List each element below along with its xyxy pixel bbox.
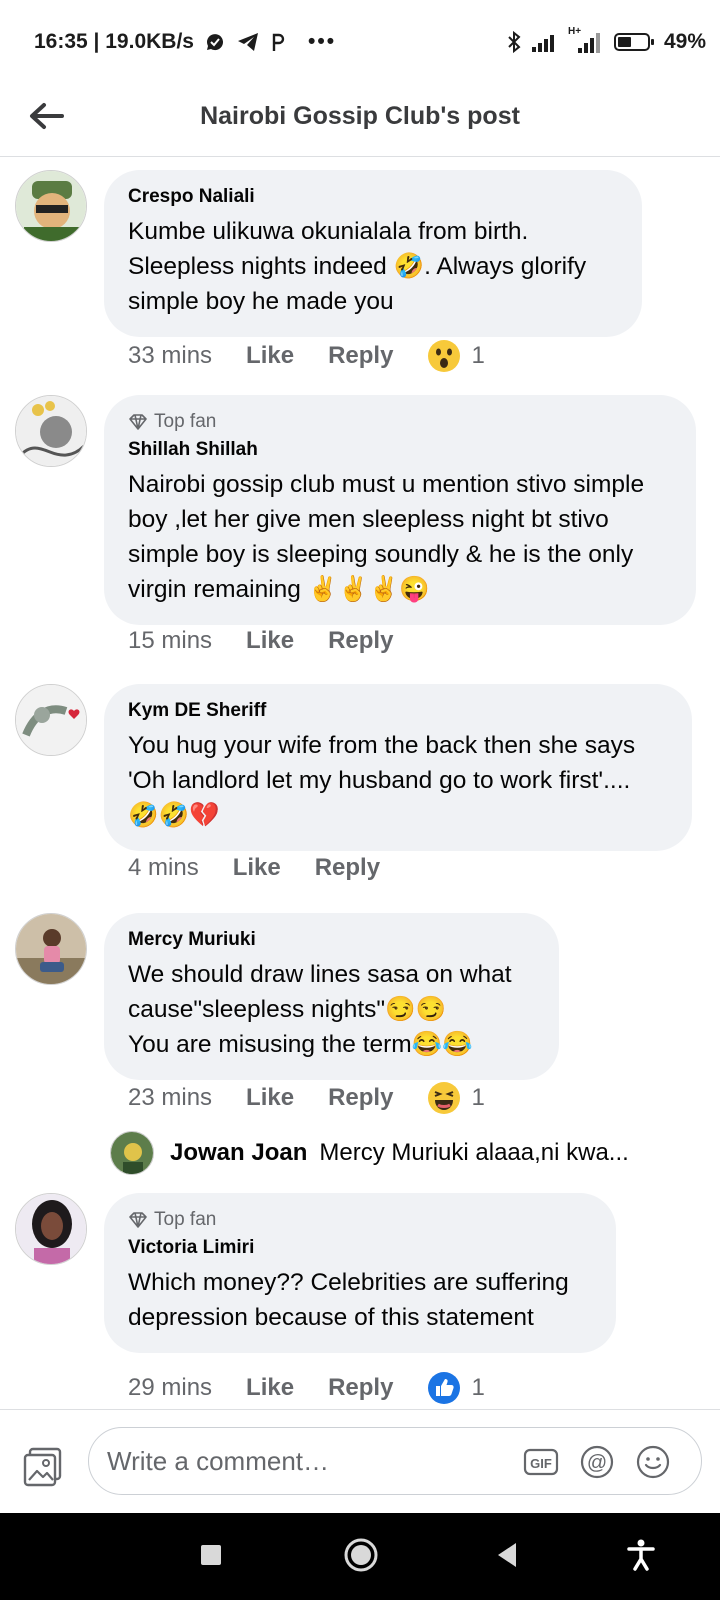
emoji-icon[interactable] [635,1444,671,1480]
comment-composer: Write a comment… GIF @ [0,1409,720,1514]
like-button[interactable]: Like [246,1374,294,1402]
photo-icon[interactable] [22,1445,64,1487]
comment-meta: 33 mins Like Reply 1 [128,339,485,373]
like-button[interactable]: Like [246,342,294,370]
like-button[interactable]: Like [246,1084,294,1112]
home-icon[interactable] [343,1537,379,1573]
more-status-icon: ••• [307,30,337,53]
telegram-icon [237,33,258,51]
top-fan-badge: Top fan [128,1209,592,1231]
chat-bubble-icon [206,34,223,51]
reply-avatar[interactable] [110,1131,154,1175]
comment-time[interactable]: 15 mins [128,627,212,655]
comment-text: Kumbe ulikuwa okunialala from birth. Sle… [128,218,587,315]
comment-bubble[interactable]: Top fan Shillah Shillah Nairobi gossip c… [104,395,696,625]
reply-button[interactable]: Reply [328,627,393,655]
avatar[interactable] [15,395,87,467]
p-icon [272,33,285,51]
accessibility-icon[interactable] [626,1539,656,1571]
comment-bubble[interactable]: Top fan Victoria Limiri Which money?? Ce… [104,1193,616,1353]
status-time-speed: 16:35 | 19.0KB/s [34,30,194,53]
reply-author[interactable]: Jowan Joan [170,1139,307,1167]
reply-text: Mercy Muriuki alaaa,ni kwa... [319,1139,629,1166]
comment-author[interactable]: Crespo Naliali [128,186,618,208]
page-title: Nairobi Gossip Club's post [200,102,520,130]
like-button[interactable]: Like [246,627,294,655]
signal-icon [531,35,554,52]
battery-percent: 49% [663,30,706,53]
reaction-count: 1 [471,1374,485,1401]
avatar[interactable] [15,684,87,756]
comment-text: We should draw lines sasa on what cause"… [128,961,512,1058]
battery-icon [613,33,654,51]
comment-text: Which money?? Celebrities are suffering … [128,1269,569,1331]
reaction-count: 1 [471,1084,485,1111]
comment-author[interactable]: Shillah Shillah [128,439,672,461]
comment-meta: 15 mins Like Reply [128,627,427,655]
network-type: H+ [567,26,582,37]
avatar[interactable] [15,1193,87,1265]
gif-label: GIF [530,1456,552,1471]
status-bar: 16:35 | 19.0KB/s ••• H+ 49% [0,0,720,84]
mention-label: @ [587,1452,607,1474]
haha-icon [428,1082,461,1114]
like-icon [428,1372,461,1404]
recent-apps-icon[interactable] [199,1543,223,1567]
reply-button[interactable]: Reply [328,1374,393,1402]
avatar[interactable] [15,913,87,985]
comment-bubble[interactable]: Kym DE Sheriff You hug your wife from th… [104,684,692,851]
reaction-count: 1 [471,342,485,369]
comment-time[interactable]: 29 mins [128,1374,212,1402]
comment-input[interactable]: Write a comment… GIF @ [88,1427,702,1495]
comment-meta: 4 mins Like Reply [128,854,414,882]
comment-time[interactable]: 23 mins [128,1084,212,1112]
reaction-summary[interactable]: 1 [427,1371,485,1405]
post-header: Nairobi Gossip Club's post [0,84,720,157]
like-button[interactable]: Like [233,854,281,882]
comment-time[interactable]: 4 mins [128,854,199,882]
avatar[interactable] [15,170,87,242]
reply-preview[interactable]: Jowan Joan Mercy Muriuki alaaa,ni kwa... [110,1131,629,1175]
comment-author[interactable]: Victoria Limiri [128,1237,592,1259]
diamond-icon [129,1212,147,1228]
reaction-summary[interactable]: 1 [427,339,485,373]
comment-meta: 29 mins Like Reply 1 [128,1371,485,1405]
comment-text: You hug your wife from the back then she… [128,732,636,829]
comment-bubble[interactable]: Mercy Muriuki We should draw lines sasa … [104,913,559,1080]
gif-icon[interactable]: GIF [523,1444,559,1480]
comments-list[interactable]: Crespo Naliali Kumbe ulikuwa okunialala … [0,157,720,1407]
bluetooth-icon [508,30,521,54]
comment-bubble[interactable]: Crespo Naliali Kumbe ulikuwa okunialala … [104,170,642,337]
reply-button[interactable]: Reply [328,342,393,370]
reaction-summary[interactable]: 1 [427,1081,485,1115]
comment-time[interactable]: 33 mins [128,342,212,370]
top-fan-badge: Top fan [128,411,672,433]
back-nav-icon[interactable] [494,1541,520,1569]
badge-label: Top fan [154,1209,217,1230]
comment-author[interactable]: Mercy Muriuki [128,929,535,951]
comment-meta: 23 mins Like Reply 1 [128,1081,485,1115]
system-nav-bar [0,1513,720,1600]
reply-button[interactable]: Reply [315,854,380,882]
diamond-icon [129,414,147,430]
reply-button[interactable]: Reply [328,1084,393,1112]
mention-icon[interactable]: @ [579,1444,615,1480]
wow-icon [428,340,461,372]
badge-label: Top fan [154,411,217,432]
comment-author[interactable]: Kym DE Sheriff [128,700,668,722]
comment-input-placeholder: Write a comment… [107,1446,330,1476]
comment-text: Nairobi gossip club must u mention stivo… [128,471,645,603]
